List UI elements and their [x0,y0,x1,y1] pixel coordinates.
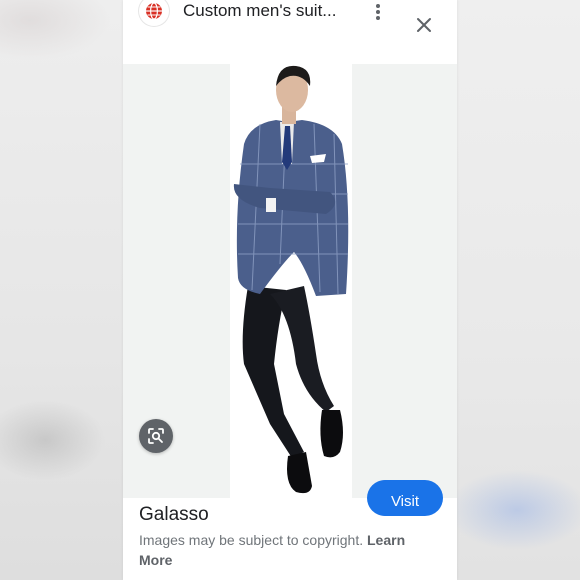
lens-search-button[interactable] [139,419,173,453]
main-image[interactable] [123,64,457,498]
lens-search-icon [148,428,164,444]
viewer-header: Custom men's suit... [123,0,457,64]
man-in-suit-illustration [233,65,349,494]
image-viewer-panel: Custom men's suit... Galasso Images may … [123,0,457,580]
background-blur-right [457,0,580,580]
visit-button[interactable]: Visit [367,480,443,516]
more-vert-icon [376,4,380,20]
globe-icon[interactable] [139,0,169,26]
close-button[interactable] [411,12,437,38]
page-title[interactable]: Custom men's suit... [183,1,336,21]
copyright-text: Images may be subject to copyright. [139,532,364,548]
close-icon [417,18,431,32]
source-name[interactable]: Galasso [139,504,209,526]
copyright-notice: Images may be subject to copyright. Lear… [139,530,439,570]
background-blur-left [0,0,123,580]
product-photo [230,64,352,498]
more-options-button[interactable] [367,0,389,24]
